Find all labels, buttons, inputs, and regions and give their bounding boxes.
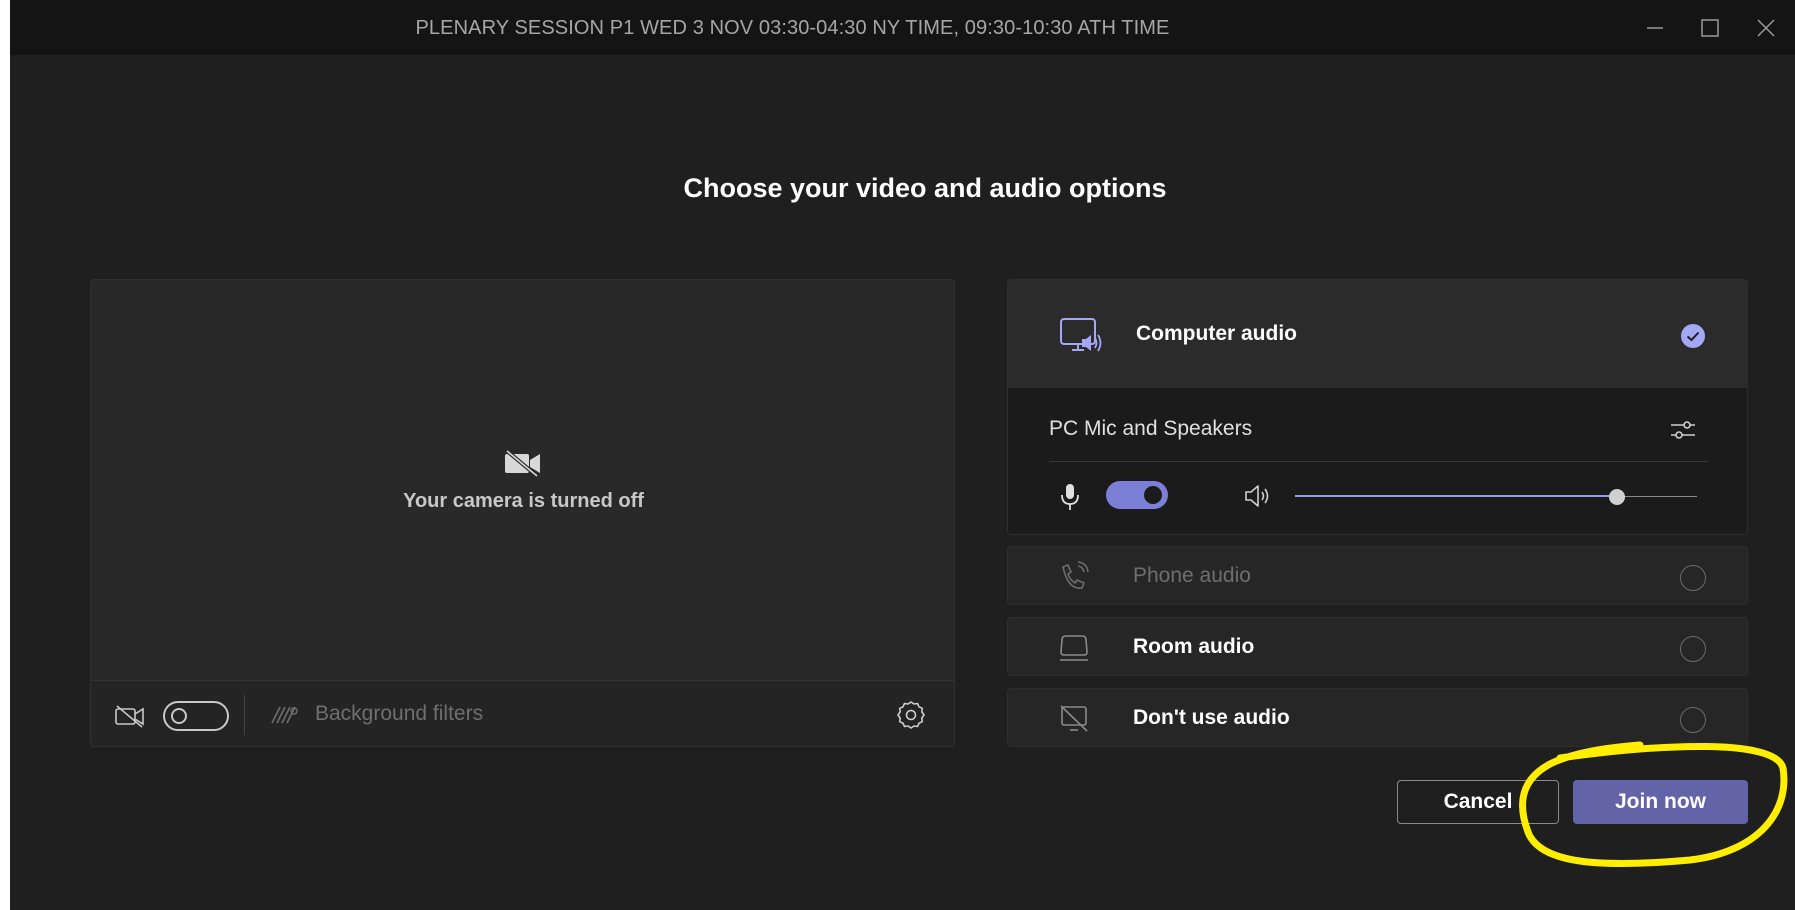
window-title: PLENARY SESSION P1 WED 3 NOV 03:30-04:30… [415,17,1170,39]
close-button[interactable] [1748,10,1784,46]
no-audio-icon [1060,705,1088,732]
camera-icon [115,705,144,728]
camera-toggle[interactable] [163,701,229,731]
toggle-knob [171,708,187,724]
phone-audio-label: Phone audio [1133,564,1251,587]
slider-thumb[interactable] [1608,489,1625,505]
divider [244,695,245,735]
toggle-knob [1144,486,1162,504]
gear-icon[interactable] [895,699,927,731]
minimize-button[interactable] [1637,10,1673,46]
speaker-volume-slider[interactable] [1295,489,1697,505]
video-off-icon [505,449,540,478]
cancel-button[interactable]: Cancel [1397,780,1559,824]
room-audio-label: Room audio [1133,635,1255,658]
computer-audio-label: Computer audio [1136,322,1297,345]
join-now-button[interactable]: Join now [1573,780,1748,824]
radio-button[interactable] [1680,707,1706,733]
meeting-prejoin-window: PLENARY SESSION P1 WED 3 NOV 03:30-04:30… [10,0,1795,910]
microphone-toggle[interactable] [1106,481,1168,509]
no-audio-label: Don't use audio [1133,706,1290,729]
phone-audio-icon [1062,561,1089,589]
minimize-icon [1647,27,1663,29]
computer-audio-card: Computer audio PC Mic and Speakers [1007,279,1748,535]
slider-fill [1295,495,1617,497]
title-bar: PLENARY SESSION P1 WED 3 NOV 03:30-04:30… [10,0,1795,55]
maximize-icon [1701,19,1719,37]
page-heading: Choose your video and audio options [683,173,1167,203]
speaker-icon [1245,485,1269,507]
preview-toolbar: Background filters [91,680,954,746]
divider [1049,461,1708,462]
no-audio-option[interactable]: Don't use audio [1007,688,1748,747]
background-filters-icon [271,706,298,724]
computer-audio-icon [1060,318,1102,352]
radio-button[interactable] [1680,565,1706,591]
camera-off-message: Your camera is turned off [403,490,644,512]
background-filters-button[interactable]: Background filters [315,702,483,726]
computer-audio-option[interactable]: Computer audio [1008,280,1747,388]
checkmark-icon [1681,324,1705,348]
phone-audio-option[interactable]: Phone audio [1007,546,1748,605]
camera-preview: Your camera is turned off Background fil… [90,279,955,747]
radio-button[interactable] [1680,636,1706,662]
microphone-icon [1061,484,1079,510]
room-audio-option[interactable]: Room audio [1007,617,1748,676]
sliders-icon[interactable] [1666,413,1700,447]
room-audio-icon [1060,635,1088,661]
close-icon [1757,19,1775,37]
audio-device-name: PC Mic and Speakers [1049,417,1253,440]
maximize-button[interactable] [1692,10,1728,46]
